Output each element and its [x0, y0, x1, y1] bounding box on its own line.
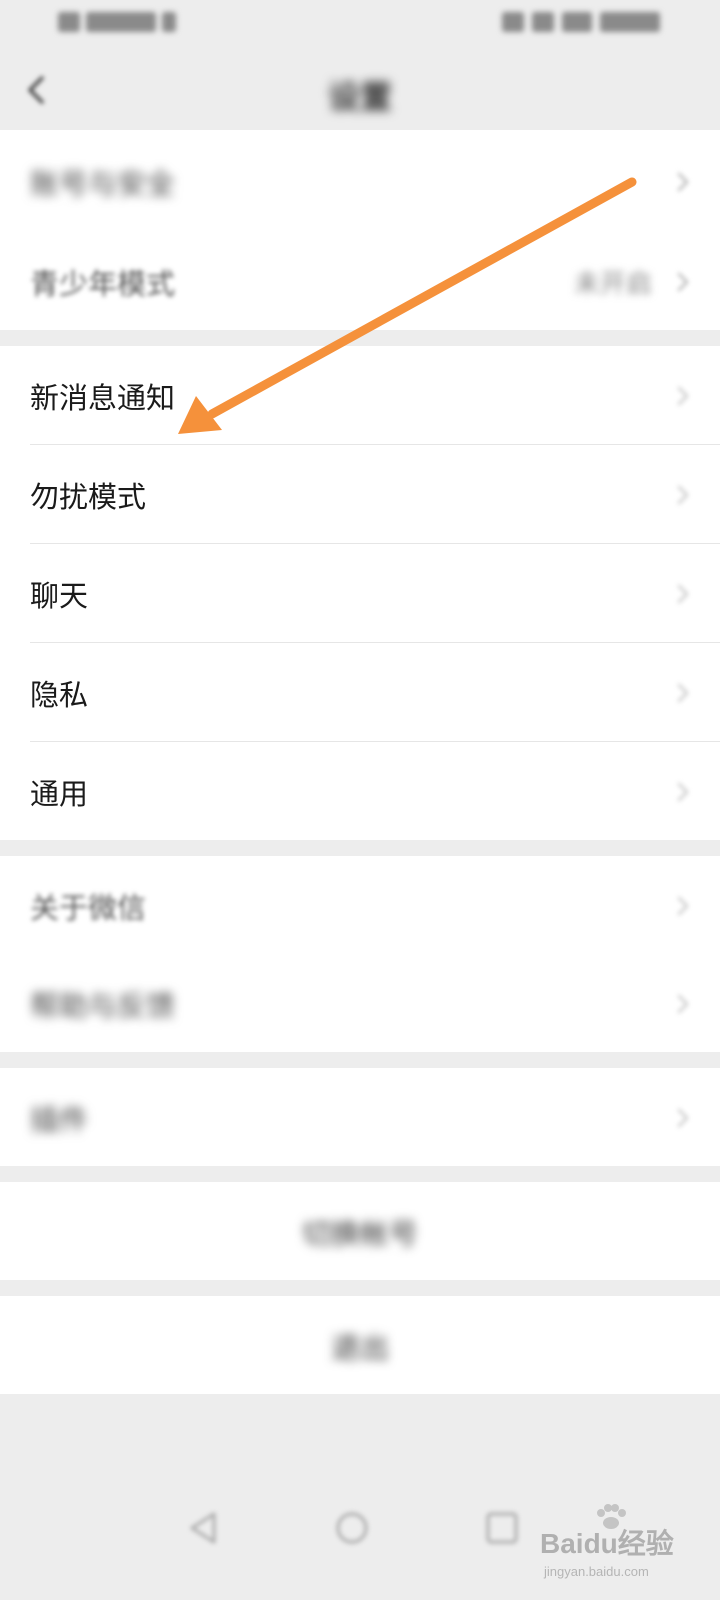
settings-group-plugins: 插件 — [0, 1068, 720, 1166]
nav-bar: 设置 — [0, 50, 720, 130]
signal-icon — [58, 12, 80, 32]
circle-home-icon[interactable] — [332, 1508, 372, 1548]
chevron-right-icon — [677, 584, 689, 603]
chevron-right-icon — [677, 994, 689, 1013]
row-label: 新消息通知 — [30, 380, 176, 415]
page-title: 设置 — [327, 78, 392, 116]
chevron-right-icon — [677, 782, 689, 801]
status-bar — [0, 0, 720, 50]
row-account-security[interactable]: 账号与安全 — [0, 132, 720, 231]
logout-section: 退出 — [0, 1296, 720, 1394]
chevron-right-icon — [677, 272, 689, 291]
switch-account-section: 切换帐号 — [0, 1182, 720, 1280]
row-do-not-disturb[interactable]: 勿扰模式 — [0, 445, 720, 544]
watermark-brand: Baidu经验 — [540, 1528, 674, 1559]
row-label: 插件 — [30, 1102, 89, 1137]
row-privacy[interactable]: 隐私 — [0, 643, 720, 742]
settings-group-main: 新消息通知 勿扰模式 聊天 隐私 通用 — [0, 346, 720, 840]
status-bar-left — [58, 12, 176, 32]
row-value: 未开启 — [573, 269, 652, 299]
triangle-back-icon[interactable] — [184, 1508, 224, 1548]
row-label: 通用 — [30, 776, 89, 811]
alarm-icon — [502, 12, 524, 32]
chevron-right-icon — [677, 896, 689, 915]
clock — [600, 12, 660, 32]
row-label: 帮助与反馈 — [30, 988, 176, 1023]
status-bar-right — [502, 12, 660, 32]
row-label: 账号与安全 — [30, 166, 176, 201]
chevron-right-icon — [677, 172, 689, 191]
row-label: 聊天 — [30, 578, 89, 613]
chevron-right-icon — [677, 683, 689, 702]
baidu-jingyan-watermark: Baidu经验 jingyan.baidu.com — [540, 1504, 680, 1588]
row-new-message-notification[interactable]: 新消息通知 — [0, 346, 720, 445]
chevron-right-icon — [677, 485, 689, 504]
row-about-wechat[interactable]: 关于微信 — [0, 856, 720, 955]
square-recents-icon[interactable] — [482, 1508, 522, 1548]
switch-account-button[interactable]: 切换帐号 — [0, 1182, 720, 1281]
network-status — [86, 12, 156, 32]
watermark-url: jingyan.baidu.com — [544, 1564, 649, 1579]
settings-group-account: 账号与安全 青少年模式 未开启 — [0, 130, 720, 330]
row-label: 青少年模式 — [30, 266, 176, 301]
battery-icon — [562, 12, 592, 32]
row-general[interactable]: 通用 — [0, 742, 720, 841]
row-help-feedback[interactable]: 帮助与反馈 — [0, 954, 720, 1053]
row-teen-mode[interactable]: 青少年模式 未开启 — [0, 232, 720, 331]
sim-icon — [162, 12, 176, 32]
row-label: 隐私 — [30, 677, 89, 712]
switch-account-label: 切换帐号 — [301, 1216, 418, 1251]
logout-label: 退出 — [330, 1330, 389, 1365]
row-plugins[interactable]: 插件 — [0, 1068, 720, 1167]
settings-group-about: 关于微信 帮助与反馈 — [0, 856, 720, 1052]
row-label: 关于微信 — [30, 890, 147, 925]
row-chat[interactable]: 聊天 — [0, 544, 720, 643]
logout-button[interactable]: 退出 — [0, 1296, 720, 1395]
chevron-right-icon — [677, 1108, 689, 1127]
wifi-icon — [532, 12, 554, 32]
row-label: 勿扰模式 — [30, 479, 147, 514]
chevron-right-icon — [677, 386, 689, 405]
